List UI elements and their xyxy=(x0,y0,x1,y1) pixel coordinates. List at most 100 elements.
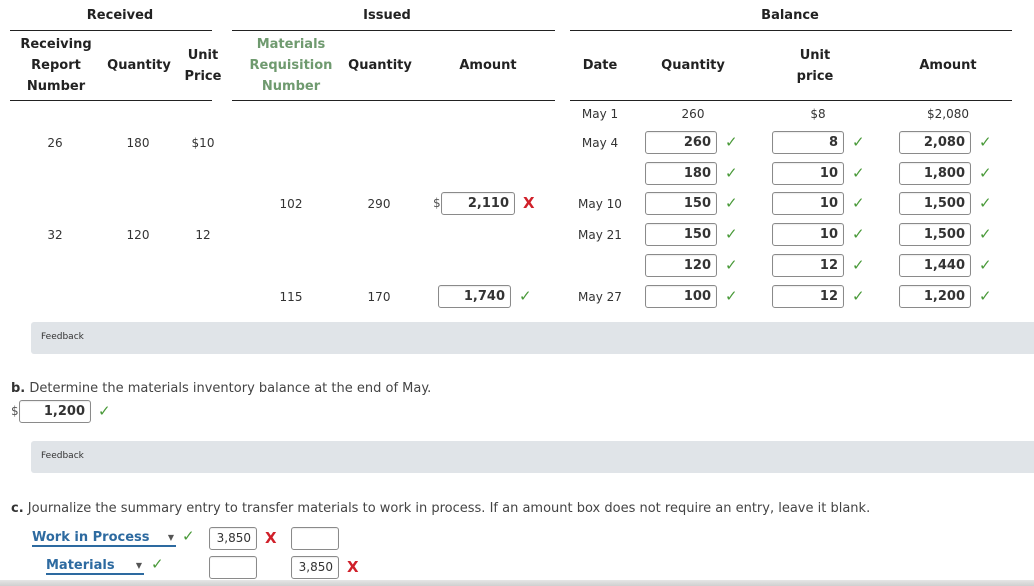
correct-icon: ✓ xyxy=(852,164,865,182)
correct-icon: ✓ xyxy=(979,225,992,243)
incorrect-icon: X xyxy=(265,529,277,547)
group-title-received: Received xyxy=(86,8,154,23)
balance-quantity-input[interactable]: 180 xyxy=(645,162,717,185)
group-title-balance: Balance xyxy=(761,8,819,23)
credit-amount-input[interactable] xyxy=(291,527,339,550)
credit-amount-input[interactable]: 3,850 xyxy=(291,556,339,579)
correct-icon: ✓ xyxy=(852,194,865,212)
balance-quantity-input[interactable]: 120 xyxy=(645,254,717,277)
balance-amount-input[interactable]: 1,440 xyxy=(899,254,971,277)
received-unit-price: $10 xyxy=(191,136,215,150)
balance-quantity-input[interactable]: 150 xyxy=(645,223,717,246)
received-report-number: 32 xyxy=(47,228,63,242)
part-b-currency: $ xyxy=(11,404,19,418)
header-materials-requisition-number: Materials Requisition Number xyxy=(249,37,333,94)
correct-icon: ✓ xyxy=(725,225,738,243)
part-c-prompt: c. Journalize the summary entry to trans… xyxy=(11,501,870,516)
balance-amount-input[interactable]: 2,080 xyxy=(899,131,971,154)
received-bottom-rule xyxy=(10,100,212,101)
incorrect-icon: X xyxy=(347,558,359,576)
correct-icon: ✓ xyxy=(979,287,992,305)
correct-icon: ✓ xyxy=(852,133,865,151)
feedback-panel[interactable]: Feedback xyxy=(31,441,1034,473)
header-received-quantity: Quantity xyxy=(107,58,171,73)
header-balance-amount: Amount xyxy=(919,58,977,73)
correct-icon: ✓ xyxy=(979,194,992,212)
horizontal-scrollbar[interactable] xyxy=(0,580,1034,586)
correct-icon: ✓ xyxy=(979,164,992,182)
balance-date: May 4 xyxy=(581,136,619,150)
received-quantity: 180 xyxy=(126,136,150,150)
debit-amount-input[interactable] xyxy=(209,556,257,579)
group-title-issued: Issued xyxy=(363,8,411,23)
part-b-text: Determine the materials inventory balanc… xyxy=(29,381,432,396)
received-report-number: 26 xyxy=(47,136,63,150)
balance-amount-input[interactable]: 1,200 xyxy=(899,285,971,308)
header-date: Date xyxy=(582,58,618,73)
balance-date: May 1 xyxy=(581,107,619,121)
issued-quantity: 170 xyxy=(367,290,391,304)
correct-icon: ✓ xyxy=(725,194,738,212)
part-b-prompt: b. Determine the materials inventory bal… xyxy=(11,381,431,396)
balance-amount-input[interactable]: 1,800 xyxy=(899,162,971,185)
correct-icon: ✓ xyxy=(725,287,738,305)
balance-unit-price-input[interactable]: 10 xyxy=(772,223,844,246)
issued-requisition-number: 115 xyxy=(279,290,303,304)
correct-icon: ✓ xyxy=(979,133,992,151)
issued-top-rule xyxy=(232,30,555,31)
balance-unit-price-input[interactable]: 10 xyxy=(772,192,844,215)
correct-icon: ✓ xyxy=(852,225,865,243)
received-top-rule xyxy=(10,30,212,31)
chevron-down-icon: ▼ xyxy=(135,561,142,570)
correct-icon: ✓ xyxy=(852,256,865,274)
balance-amount-input[interactable]: 1,500 xyxy=(899,223,971,246)
account-select-credit[interactable]: Materials ▼ xyxy=(46,557,144,575)
correct-icon: ✓ xyxy=(725,164,738,182)
correct-icon: ✓ xyxy=(182,527,195,545)
balance-unit-price-input[interactable]: 10 xyxy=(772,162,844,185)
account-select-debit[interactable]: Work in Process ▼ xyxy=(32,529,176,547)
balance-date: May 27 xyxy=(578,290,622,304)
balance-quantity-input[interactable]: 100 xyxy=(645,285,717,308)
balance-unit-price-input[interactable]: 8 xyxy=(772,131,844,154)
issued-amount-input[interactable]: 2,110 xyxy=(441,192,515,215)
balance-top-rule xyxy=(570,30,1012,31)
header-received-unit-price: Unit Price xyxy=(184,48,222,84)
correct-icon: ✓ xyxy=(519,287,532,305)
correct-icon: ✓ xyxy=(725,133,738,151)
issued-bottom-rule xyxy=(232,100,555,101)
part-c-letter: c. xyxy=(11,501,24,516)
part-c-text: Journalize the summary entry to transfer… xyxy=(27,501,871,516)
balance-quantity-input[interactable]: 260 xyxy=(645,131,717,154)
debit-amount-input[interactable]: 3,850 xyxy=(209,527,257,550)
balance-unit-price-input[interactable]: 12 xyxy=(772,254,844,277)
correct-icon: ✓ xyxy=(98,402,111,420)
balance-amount-input[interactable]: 1,500 xyxy=(899,192,971,215)
issued-amount-currency: $ xyxy=(433,196,441,210)
correct-icon: ✓ xyxy=(979,256,992,274)
feedback-panel[interactable]: Feedback xyxy=(31,322,1034,354)
issued-amount-input[interactable]: 1,740 xyxy=(438,285,511,308)
balance-bottom-rule xyxy=(570,100,1012,101)
correct-icon: ✓ xyxy=(725,256,738,274)
balance-quantity: 260 xyxy=(681,107,705,121)
correct-icon: ✓ xyxy=(151,555,164,573)
balance-quantity-input[interactable]: 150 xyxy=(645,192,717,215)
balance-amount: $2,080 xyxy=(927,107,969,121)
part-b-letter: b. xyxy=(11,381,26,396)
balance-unit-price: $8 xyxy=(810,107,826,121)
issued-quantity: 290 xyxy=(367,197,391,211)
inventory-balance-input[interactable]: 1,200 xyxy=(19,400,91,423)
balance-unit-price-input[interactable]: 12 xyxy=(772,285,844,308)
issued-requisition-number: 102 xyxy=(279,197,303,211)
account-select-value: Materials xyxy=(46,558,115,573)
chevron-down-icon: ▼ xyxy=(167,533,174,542)
balance-date: May 21 xyxy=(578,228,622,242)
feedback-label: Feedback xyxy=(41,332,84,342)
received-quantity: 120 xyxy=(126,228,150,242)
account-select-value: Work in Process xyxy=(32,530,150,545)
received-unit-price: 12 xyxy=(195,228,211,242)
feedback-label: Feedback xyxy=(41,451,84,461)
correct-icon: ✓ xyxy=(852,287,865,305)
header-balance-unit-price: Unit price xyxy=(796,48,834,84)
